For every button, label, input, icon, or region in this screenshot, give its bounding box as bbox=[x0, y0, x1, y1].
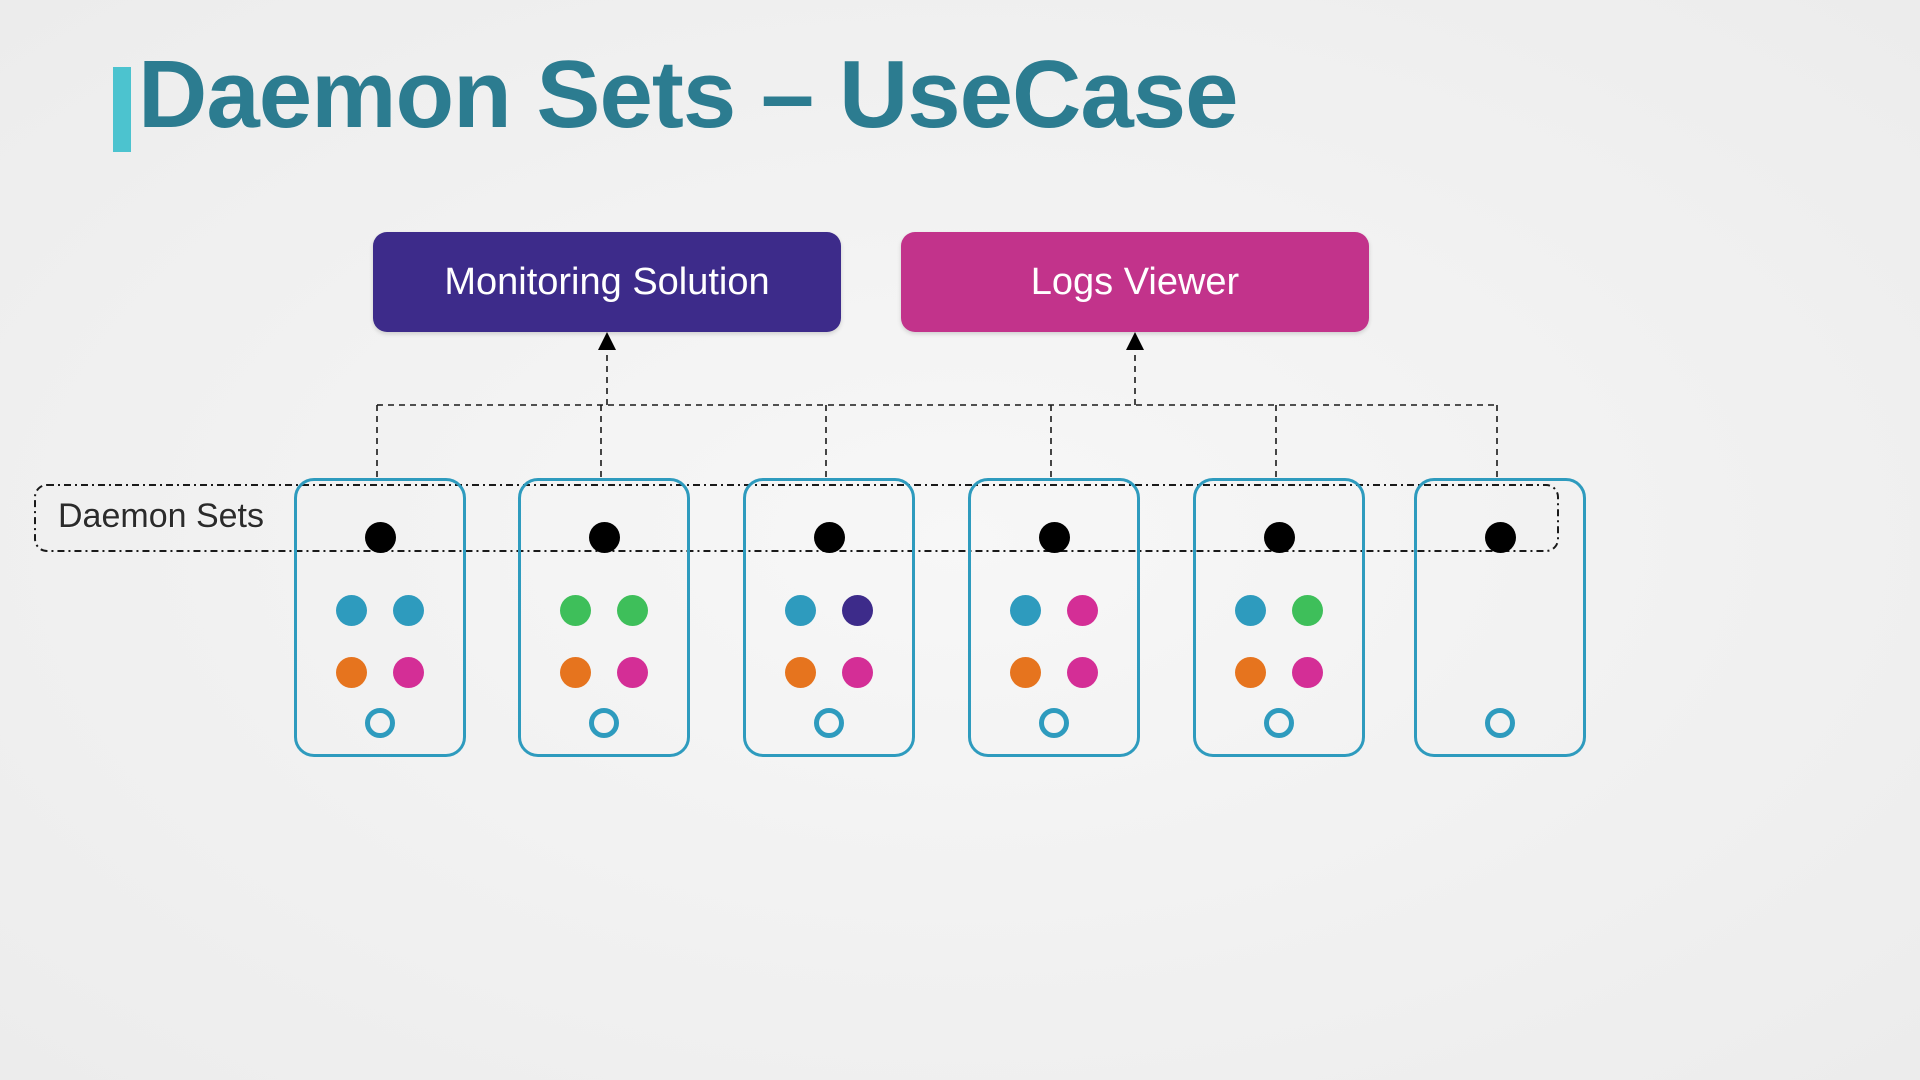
daemonset-pod-icon bbox=[1485, 522, 1516, 553]
daemonset-pod-icon bbox=[589, 522, 620, 553]
usecase-monitoring-box: Monitoring Solution bbox=[373, 232, 841, 332]
node-card bbox=[968, 478, 1140, 757]
pod-grid bbox=[746, 579, 912, 703]
node-card bbox=[294, 478, 466, 757]
pod-icon bbox=[617, 657, 648, 688]
pod-icon bbox=[336, 657, 367, 688]
daemonset-label: Daemon Sets bbox=[58, 497, 264, 536]
daemonset-pod-icon bbox=[1264, 522, 1295, 553]
pod-grid bbox=[971, 579, 1137, 703]
node-home-icon bbox=[1039, 708, 1069, 738]
pod-icon bbox=[1292, 595, 1323, 626]
pod-icon bbox=[1235, 657, 1266, 688]
node-home-icon bbox=[1264, 708, 1294, 738]
pod-icon bbox=[1292, 657, 1323, 688]
daemonset-pod-icon bbox=[814, 522, 845, 553]
title-accent-bar bbox=[113, 67, 131, 152]
node-card bbox=[1414, 478, 1586, 757]
pod-icon bbox=[842, 657, 873, 688]
pod-grid bbox=[521, 579, 687, 703]
pod-icon bbox=[1010, 595, 1041, 626]
usecase-logs-box: Logs Viewer bbox=[901, 232, 1369, 332]
node-home-icon bbox=[365, 708, 395, 738]
slide-title: Daemon Sets – UseCase bbox=[138, 40, 1238, 150]
slide-canvas: Daemon Sets – UseCase Monitoring Solutio… bbox=[0, 0, 1920, 1080]
pod-icon bbox=[560, 657, 591, 688]
pod-icon bbox=[785, 657, 816, 688]
pod-icon bbox=[842, 595, 873, 626]
node-card bbox=[518, 478, 690, 757]
pod-icon bbox=[785, 595, 816, 626]
daemonset-pod-icon bbox=[1039, 522, 1070, 553]
pod-icon bbox=[1235, 595, 1266, 626]
pod-icon bbox=[393, 657, 424, 688]
pod-icon bbox=[617, 595, 648, 626]
usecase-monitoring-label: Monitoring Solution bbox=[444, 261, 769, 304]
pod-grid bbox=[1196, 579, 1362, 703]
pod-icon bbox=[1067, 657, 1098, 688]
pod-icon bbox=[1067, 595, 1098, 626]
node-card bbox=[1193, 478, 1365, 757]
pod-icon bbox=[560, 595, 591, 626]
usecase-logs-label: Logs Viewer bbox=[1031, 261, 1239, 304]
pod-icon bbox=[1010, 657, 1041, 688]
node-home-icon bbox=[814, 708, 844, 738]
node-home-icon bbox=[1485, 708, 1515, 738]
node-card bbox=[743, 478, 915, 757]
connector-overlay bbox=[0, 0, 1920, 1080]
node-home-icon bbox=[589, 708, 619, 738]
pod-grid bbox=[297, 579, 463, 703]
daemonset-pod-icon bbox=[365, 522, 396, 553]
pod-icon bbox=[336, 595, 367, 626]
pod-icon bbox=[393, 595, 424, 626]
